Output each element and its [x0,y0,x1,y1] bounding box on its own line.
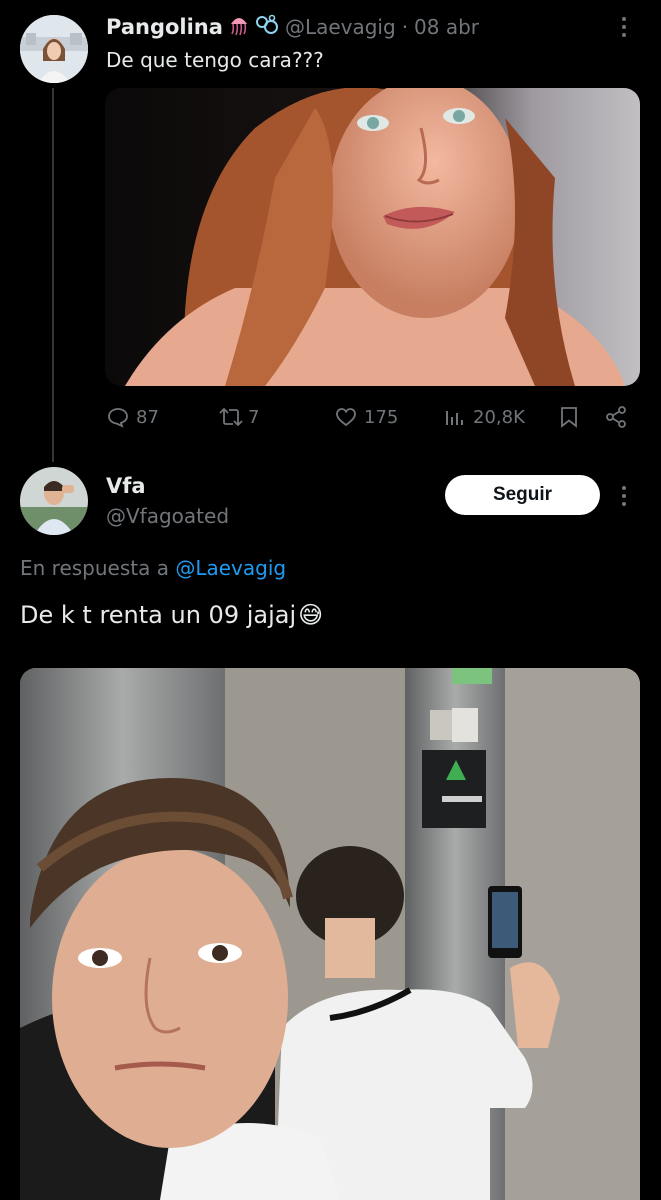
views-chart-icon [446,411,463,425]
tweet-photo[interactable] [105,88,640,386]
views-count: 20,8K [473,406,525,428]
reply-context-prefix: En respuesta a [20,556,169,580]
display-name[interactable]: Vfa [106,474,146,498]
header-separator: · [401,15,409,39]
more-options-icon[interactable] [622,486,626,506]
follow-button[interactable]: Seguir [445,475,600,515]
retweet-count: 7 [248,406,260,428]
tweet-header: Pangolina @Laevagig · 08 abr [106,12,479,42]
thread-connector-line [52,88,54,462]
avatar-pangolina[interactable] [20,15,88,83]
tweet-text-row: De k t renta un 09 jajaj 😅 [20,601,323,629]
avatar-image [20,467,88,535]
tweet-text: De k t renta un 09 jajaj [20,601,297,629]
bubbles-emoji-icon [255,14,279,40]
reply-context: En respuesta a @Laevagig [20,556,286,580]
tweet-date[interactable]: 08 abr [414,15,479,39]
tweet-text: De que tengo cara??? [106,48,324,72]
retweet-icon [219,407,243,427]
tweet-photo[interactable] [20,668,640,1200]
display-name[interactable]: Pangolina [106,15,223,39]
jellyfish-emoji-icon [229,14,249,40]
views-button[interactable]: 20,8K [443,405,525,429]
like-count: 175 [364,406,399,428]
share-icon[interactable] [604,405,628,433]
avatar-vfa[interactable] [20,467,88,535]
more-options-icon[interactable] [622,17,626,37]
like-button[interactable]: 175 [334,405,398,429]
user-handle[interactable]: @Vfagoated [106,504,229,528]
sweat-smile-emoji-icon: 😅 [298,601,324,629]
selfie-photo-image [105,88,640,386]
elevator-selfie-image [20,668,640,1200]
reply-button[interactable]: 87 [106,405,159,429]
heart-icon [336,408,356,427]
reply-context-mention[interactable]: @Laevagig [175,556,286,580]
avatar-image [20,15,88,83]
user-handle[interactable]: @Laevagig [285,15,396,39]
bookmark-icon[interactable] [557,405,581,433]
reply-icon [108,408,128,428]
reply-count: 87 [136,406,159,428]
retweet-button[interactable]: 7 [216,405,259,429]
